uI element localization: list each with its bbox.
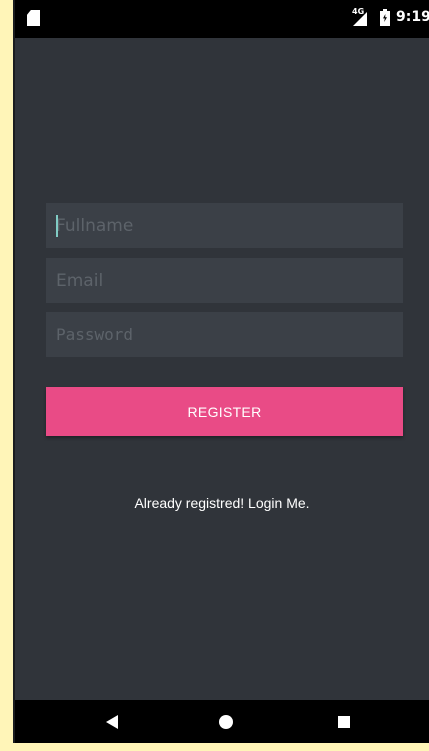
status-bar: 4G 9:19 — [15, 0, 429, 38]
fullname-input[interactable] — [46, 203, 403, 248]
phone-screen: 4G 9:19 REGISTER Already registred! Logi… — [13, 0, 429, 743]
password-input[interactable] — [46, 312, 403, 357]
text-cursor — [56, 215, 58, 237]
status-time: 9:19 — [396, 9, 429, 25]
login-link[interactable]: Already registred! Login Me. — [15, 495, 429, 511]
register-button[interactable]: REGISTER — [46, 387, 403, 436]
back-icon[interactable] — [106, 715, 118, 729]
recents-icon[interactable] — [338, 716, 350, 728]
email-input[interactable] — [46, 258, 403, 303]
sd-card-icon — [27, 10, 40, 26]
navigation-bar — [15, 700, 429, 743]
battery-charging-icon — [380, 9, 390, 26]
home-icon[interactable] — [219, 715, 233, 729]
signal-icon — [353, 12, 367, 26]
